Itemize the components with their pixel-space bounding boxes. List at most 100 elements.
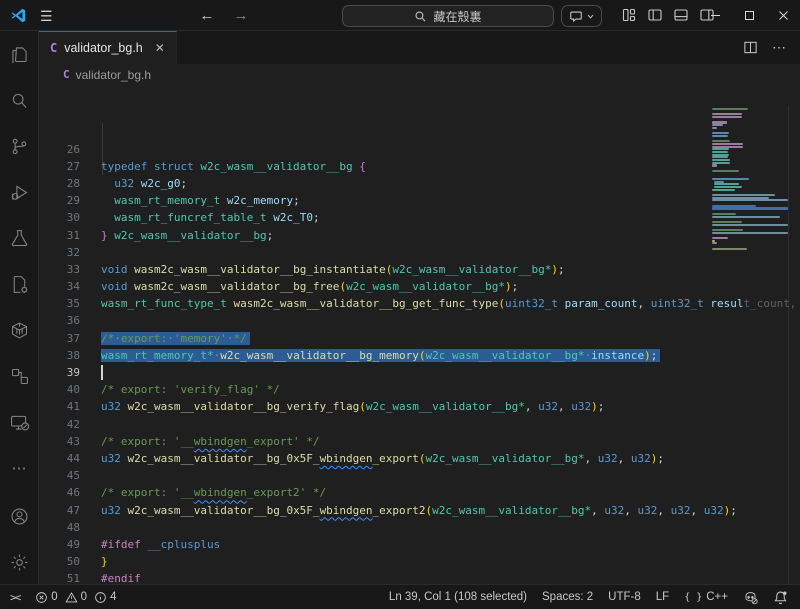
info-count: 4 <box>110 591 116 603</box>
code-text: /* export: 'verify_flag' */ <box>101 383 280 396</box>
breadcrumb-file[interactable]: validator_bg.h <box>76 68 151 82</box>
code-line-37[interactable]: 37/*·export:·'memory'·*/ <box>39 330 800 347</box>
menu-icon[interactable]: ☰ <box>40 8 53 25</box>
chat-dropdown-button[interactable] <box>561 5 602 27</box>
code-line-31[interactable]: 31} w2c_wasm__validator__bg; <box>39 227 800 244</box>
account-button[interactable] <box>0 493 38 539</box>
line-number: 51 <box>39 570 101 585</box>
line-number: 38 <box>39 347 101 364</box>
tab-validator-bg-h[interactable]: C validator_bg.h ✕ <box>39 31 177 64</box>
toggle-sidebar-left-icon[interactable] <box>647 7 663 23</box>
code-line-34[interactable]: 34void wasm2c_wasm__validator__bg_free(w… <box>39 278 800 295</box>
code-line-39[interactable]: 39 <box>39 364 800 381</box>
more-views-button[interactable]: ⋯ <box>0 445 38 491</box>
code-line-36[interactable]: 36 <box>39 312 800 329</box>
search-icon <box>9 90 30 111</box>
vscode-window: ☰ ← → 藏在殼裏 <box>0 0 800 609</box>
split-editor-icon[interactable] <box>743 40 758 55</box>
sidebar-item-file-settings[interactable] <box>0 261 38 307</box>
breadcrumb[interactable]: C validator_bg.h <box>39 64 800 85</box>
line-number: 36 <box>39 312 101 329</box>
line-number: 27 <box>39 158 101 175</box>
code-line-51[interactable]: 51#endif <box>39 570 800 585</box>
code-line-42[interactable]: 42 <box>39 416 800 433</box>
minimap-scrollbar-divider <box>788 106 789 585</box>
notifications-bell[interactable] <box>773 590 788 605</box>
sidebar-item-run-debug[interactable] <box>0 169 38 215</box>
code-area[interactable]: 2627typedef struct w2c_wasm__validator__… <box>39 85 800 585</box>
chevron-down-icon <box>587 13 594 20</box>
encoding[interactable]: UTF-8 <box>608 591 641 603</box>
cursor-position[interactable]: Ln 39, Col 1 (108 selected) <box>389 591 527 603</box>
code-line-26[interactable]: 26 <box>39 141 800 158</box>
code-text: } <box>101 555 108 568</box>
code-line-35[interactable]: 35wasm_rt_func_type_t wasm2c_wasm__valid… <box>39 295 800 312</box>
error-count: 0 <box>51 591 57 603</box>
minimap[interactable] <box>712 108 788 253</box>
sidebar-item-search[interactable] <box>0 77 38 123</box>
back-button[interactable]: ← <box>196 4 218 26</box>
code-text: /*·export:·'memory'·*/ <box>101 332 250 345</box>
eol-sequence[interactable]: LF <box>656 591 669 603</box>
minimize-button[interactable] <box>698 0 732 30</box>
chat-icon <box>569 9 583 23</box>
sidebar-item-testing[interactable] <box>0 215 38 261</box>
close-button[interactable] <box>766 0 800 30</box>
line-number: 39 <box>39 364 101 381</box>
selection-highlight: wasm_rt_memory_t*·w2c_wasm__validator__b… <box>101 349 660 362</box>
forward-button[interactable]: → <box>230 4 252 26</box>
code-line-28[interactable]: 28 u32 w2c_g0; <box>39 175 800 192</box>
line-number: 48 <box>39 519 101 536</box>
code-line-30[interactable]: 30 wasm_rt_funcref_table_t w2c_T0; <box>39 209 800 226</box>
minimap-row <box>712 221 742 223</box>
language-mode[interactable]: { } C++ <box>684 591 728 603</box>
line-number: 35 <box>39 295 101 312</box>
code-line-38[interactable]: 38wasm_rt_memory_t*·w2c_wasm__validator_… <box>39 347 800 364</box>
minimap-row <box>712 151 728 153</box>
code-line-49[interactable]: 49#ifdef __cplusplus <box>39 536 800 553</box>
sidebar-item-linked-squares[interactable] <box>0 353 38 399</box>
code-line-29[interactable]: 29 wasm_rt_memory_t w2c_memory; <box>39 192 800 209</box>
error-circle-icon <box>35 591 48 604</box>
copilot-status[interactable] <box>743 590 758 605</box>
problems-button[interactable]: 0 0 4 <box>35 591 116 604</box>
code-line-40[interactable]: 40/* export: 'verify_flag' */ <box>39 381 800 398</box>
minimap-row <box>712 245 788 247</box>
c-language-icon: C <box>50 41 57 55</box>
minimap-row <box>712 202 788 204</box>
language-status-icon: { } <box>684 592 702 603</box>
maximize-button[interactable] <box>732 0 766 30</box>
tab-bar: C validator_bg.h ✕ ⋯ <box>39 31 800 64</box>
toggle-panel-icon[interactable] <box>673 7 689 23</box>
customize-layout-icon[interactable] <box>621 7 637 23</box>
line-number: 43 <box>39 433 101 450</box>
title-bar: ☰ ← → 藏在殼裏 <box>0 0 800 31</box>
code-line-45[interactable]: 45 <box>39 467 800 484</box>
code-line-33[interactable]: 33void wasm2c_wasm__validator__bg_instan… <box>39 261 800 278</box>
sidebar-item-remote-explorer[interactable] <box>0 399 38 445</box>
indentation[interactable]: Spaces: 2 <box>542 591 593 603</box>
code-line-41[interactable]: 41u32 w2c_wasm__validator__bg_verify_fla… <box>39 398 800 415</box>
code-line-50[interactable]: 50} <box>39 553 800 570</box>
code-line-46[interactable]: 46/* export: '__wbindgen_export2' */ <box>39 484 800 501</box>
code-line-48[interactable]: 48 <box>39 519 800 536</box>
code-line-44[interactable]: 44u32 w2c_wasm__validator__bg_0x5F_wbind… <box>39 450 800 467</box>
remote-indicator[interactable]: >< <box>10 591 19 604</box>
code-line-32[interactable]: 32 <box>39 244 800 261</box>
code-line-27[interactable]: 27typedef struct w2c_wasm__validator__bg… <box>39 158 800 175</box>
status-bar: >< 0 0 4 Ln 39, Col 1 (108 selected) Spa… <box>0 584 800 609</box>
command-center-search[interactable]: 藏在殼裏 <box>342 5 554 27</box>
code-text: wasm_rt_memory_t*·w2c_wasm__validator__b… <box>101 349 660 362</box>
sidebar-item-explorer[interactable] <box>0 31 38 77</box>
minimap-row <box>712 170 739 172</box>
more-actions-icon[interactable]: ⋯ <box>772 39 786 56</box>
tab-close-icon[interactable]: ✕ <box>155 41 165 55</box>
code-line-43[interactable]: 43/* export: '__wbindgen_export' */ <box>39 433 800 450</box>
code-text: typedef struct w2c_wasm__validator__bg { <box>101 160 366 173</box>
code-line-47[interactable]: 47u32 w2c_wasm__validator__bg_0x5F_wbind… <box>39 502 800 519</box>
sidebar-item-container[interactable] <box>0 307 38 353</box>
code-text: wasm_rt_func_type_t wasm2c_wasm__validat… <box>101 297 800 310</box>
sidebar-item-source-control[interactable] <box>0 123 38 169</box>
minimap-row <box>712 127 717 129</box>
settings-button[interactable] <box>0 539 38 585</box>
